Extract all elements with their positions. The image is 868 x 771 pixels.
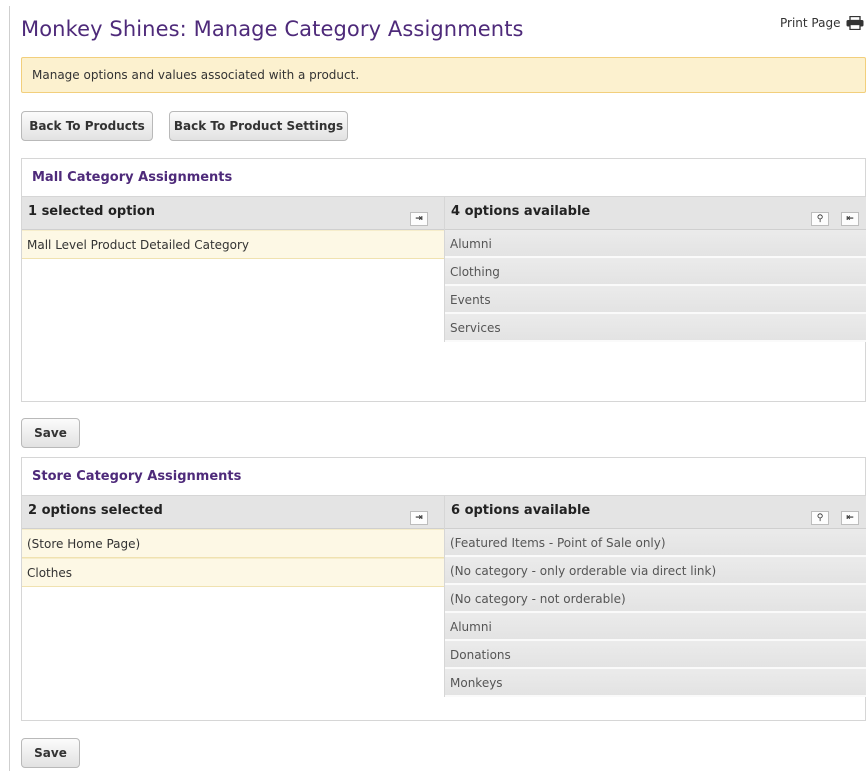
mall-available-list: Alumni Clothing Events Services [445, 230, 866, 342]
available-option[interactable]: (No category - not orderable) [445, 585, 866, 613]
mall-panel-header: Mall Category Assignments [22, 159, 865, 197]
available-option[interactable]: Events [445, 286, 866, 314]
add-all-button[interactable]: ⇤ [841, 212, 859, 226]
print-page-label: Print Page [780, 16, 841, 30]
selected-option[interactable]: Clothes [22, 558, 444, 587]
printer-icon [846, 15, 864, 31]
store-available-header: 6 options available ⚲ ⇤ [445, 496, 866, 529]
mall-available-column: 4 options available ⚲ ⇤ Alumni Clothing Ev… [444, 197, 866, 342]
store-selected-column: 2 options selected ⇥ (Store Home Page) Cl… [22, 496, 444, 587]
mall-save-button[interactable]: Save [21, 418, 80, 448]
arrow-to-left-icon: ⇤ [846, 513, 854, 523]
mall-category-panel: Mall Category Assignments 1 selected opt… [21, 158, 866, 402]
store-category-panel: Store Category Assignments 2 options sel… [21, 457, 866, 721]
selected-option[interactable]: Mall Level Product Detailed Category [22, 230, 444, 259]
store-selected-count: 2 options selected [28, 503, 163, 518]
mall-selected-count: 1 selected option [28, 204, 156, 219]
available-option[interactable]: (Featured Items - Point of Sale only) [445, 529, 866, 557]
print-page-link[interactable]: Print Page [780, 15, 864, 31]
store-panel-header: Store Category Assignments [22, 458, 865, 496]
back-to-products-button[interactable]: Back To Products [21, 111, 153, 141]
search-icon: ⚲ [816, 513, 824, 523]
store-available-column: 6 options available ⚲ ⇤ (Featured Items … [444, 496, 866, 697]
available-option[interactable]: Alumni [445, 230, 866, 258]
available-option[interactable]: (No category - only orderable via direct… [445, 557, 866, 585]
selected-option[interactable]: (Store Home Page) [22, 529, 444, 558]
mall-selected-list: Mall Level Product Detailed Category [22, 230, 444, 259]
back-to-product-settings-button[interactable]: Back To Product Settings [169, 111, 348, 141]
remove-all-button[interactable]: ⇥ [410, 511, 428, 525]
arrow-to-left-icon: ⇤ [846, 214, 854, 224]
mall-available-count: 4 options available [451, 204, 591, 219]
store-selected-list: (Store Home Page) Clothes [22, 529, 444, 587]
store-available-count: 6 options available [451, 503, 591, 518]
available-option[interactable]: Services [445, 314, 866, 342]
add-all-button[interactable]: ⇤ [841, 511, 859, 525]
arrow-to-right-icon: ⇥ [415, 513, 423, 523]
page-title: Monkey Shines: Manage Category Assignmen… [21, 17, 524, 41]
arrow-to-right-icon: ⇥ [415, 214, 423, 224]
search-icon: ⚲ [816, 214, 824, 224]
available-option[interactable]: Monkeys [445, 669, 866, 697]
store-selected-header: 2 options selected ⇥ [22, 496, 444, 529]
available-option[interactable]: Alumni [445, 613, 866, 641]
available-option[interactable]: Donations [445, 641, 866, 669]
search-button[interactable]: ⚲ [811, 212, 829, 226]
store-available-list: (Featured Items - Point of Sale only) (No… [445, 529, 866, 697]
store-save-button[interactable]: Save [21, 738, 80, 768]
info-notice: Manage options and values associated wit… [21, 57, 866, 93]
available-option[interactable]: Clothing [445, 258, 866, 286]
mall-available-header: 4 options available ⚲ ⇤ [445, 197, 866, 230]
mall-selected-header: 1 selected option ⇥ [22, 197, 444, 230]
search-button[interactable]: ⚲ [811, 511, 829, 525]
remove-all-button[interactable]: ⇥ [410, 212, 428, 226]
mall-selected-column: 1 selected option ⇥ Mall Level Product D… [22, 197, 444, 259]
